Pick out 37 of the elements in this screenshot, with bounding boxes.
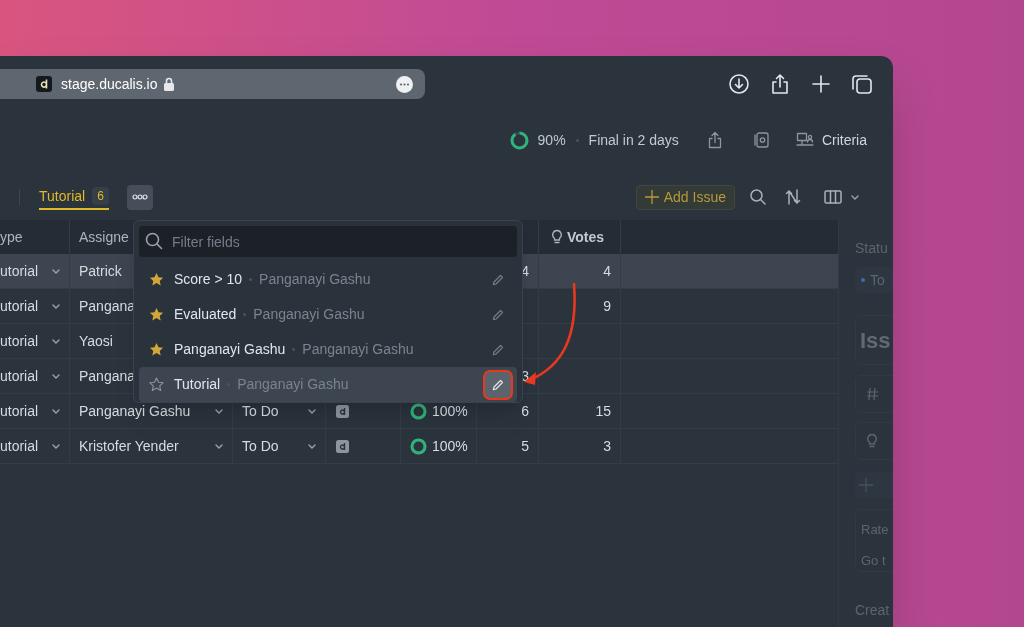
- type-cell-text: utorial: [0, 261, 40, 281]
- progress-cell-text: 100%: [432, 401, 468, 421]
- type-cell-text: utorial: [0, 366, 40, 386]
- score-cell-text: 5: [521, 436, 529, 456]
- assignee-cell-text: Panganayi Gashu: [79, 401, 191, 421]
- deadline-text: Final in 2 days: [588, 130, 679, 150]
- status-cell-text: To Do: [242, 436, 280, 456]
- assignee-cell-text: Patrick: [79, 261, 122, 281]
- column-header: Votes: [567, 227, 605, 247]
- score-cell-text: 6: [521, 401, 529, 421]
- assignee-cell-text: Pangana: [79, 366, 136, 386]
- field-owner: Panganayi Gashu: [302, 340, 414, 359]
- field-name: Tutorial: [174, 375, 221, 394]
- column-header: ype: [0, 227, 23, 247]
- votes-cell-text: 4: [603, 261, 611, 281]
- votes-cell-text: 15: [595, 401, 611, 421]
- type-cell-text: utorial: [0, 331, 40, 351]
- assignee-cell-text: Pangana: [79, 296, 136, 316]
- url-text: stage.ducalis.io: [61, 74, 158, 94]
- votes-cell-text: 9: [603, 296, 611, 316]
- assignee-cell-text: Kristofer Yender: [79, 436, 179, 456]
- type-cell-text: utorial: [0, 436, 40, 456]
- assignee-cell-text: Yaosi: [79, 331, 113, 351]
- progress-cell-text: 100%: [432, 436, 468, 456]
- column-header: Assigne: [79, 227, 129, 247]
- type-cell-text: utorial: [0, 296, 40, 316]
- votes-cell-text: 3: [603, 436, 611, 456]
- field-name: Evaluated: [174, 305, 237, 324]
- field-owner: Panganayi Gashu: [237, 375, 349, 394]
- count-badge: 6: [92, 187, 109, 205]
- status-cell-text: To Do: [242, 401, 280, 421]
- field-owner: Panganayi Gashu: [259, 270, 371, 289]
- field-owner: Panganayi Gashu: [253, 305, 365, 324]
- progress-percent: 90%: [537, 130, 566, 150]
- type-cell-text: utorial: [0, 401, 40, 421]
- field-name: Panganayi Gashu: [174, 340, 286, 359]
- field-name: Score > 10: [174, 270, 243, 289]
